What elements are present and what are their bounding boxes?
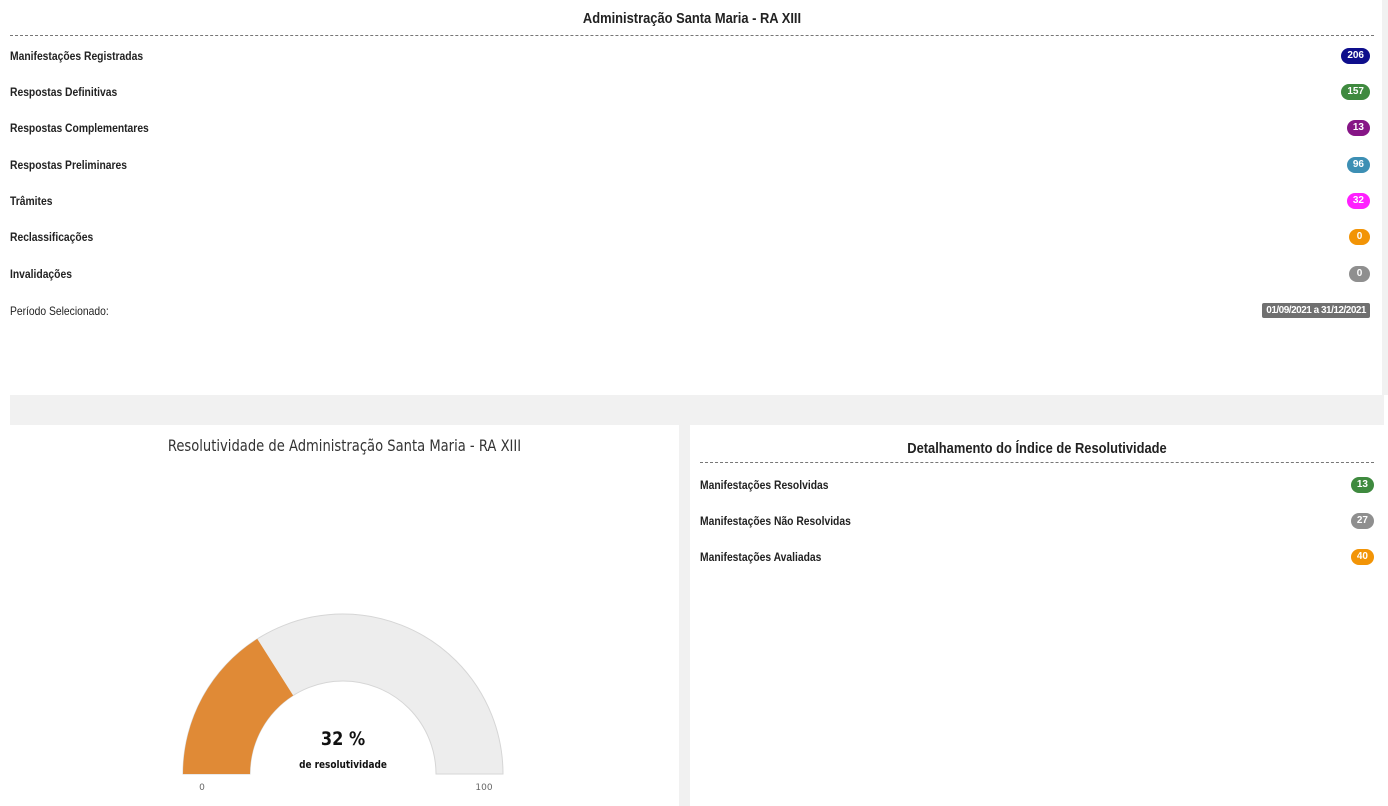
gauge-min-label: 0 — [199, 783, 205, 793]
stat-label: Manifestações Registradas — [10, 49, 144, 63]
detail-badge: 13 — [1350, 477, 1374, 493]
stat-label: Trâmites — [10, 194, 53, 208]
stat-label: Respostas Preliminares — [10, 158, 128, 172]
stat-row-respostas-complementares: Respostas Complementares 13 — [10, 117, 1370, 139]
stat-row-tramites: Trâmites 32 — [10, 190, 1370, 212]
stat-label: Respostas Definitivas — [10, 85, 118, 99]
period-badge: 01/09/2021 a 31/12/2021 — [1262, 303, 1370, 318]
page-title: Administração Santa Maria - RA XIII — [582, 10, 802, 27]
resolutividade-gauge: 32 % de resolutividade 0 100 — [182, 613, 504, 793]
gauge-max-label: 100 — [475, 783, 492, 793]
detail-row-avaliadas: Manifestações Avaliadas 40 — [700, 546, 1374, 568]
detail-divider — [700, 462, 1374, 463]
stat-label: Invalidações — [10, 267, 72, 281]
stat-row-invalidacoes: Invalidações 0 — [10, 263, 1370, 285]
title-divider — [10, 35, 1374, 36]
stat-row-respostas-preliminares: Respostas Preliminares 96 — [10, 154, 1370, 176]
stat-row-manifestacoes-registradas: Manifestações Registradas 206 — [10, 45, 1370, 67]
detail-title: Detalhamento do Índice de Resolutividade — [907, 440, 1167, 457]
stat-badge: 32 — [1346, 193, 1370, 209]
stat-badge: 0 — [1349, 229, 1370, 245]
detail-label: Manifestações Não Resolvidas — [700, 514, 851, 528]
stat-row-reclassificacoes: Reclassificações 0 — [10, 226, 1370, 248]
detail-row-resolvidas: Manifestações Resolvidas 13 — [700, 474, 1374, 496]
stat-label: Reclassificações — [10, 230, 94, 244]
panel-edge — [1382, 0, 1388, 395]
detail-badge: 40 — [1350, 549, 1374, 565]
stat-badge: 157 — [1341, 84, 1370, 100]
stat-badge: 13 — [1346, 120, 1370, 136]
detail-badge: 27 — [1350, 513, 1374, 529]
stat-badge: 96 — [1346, 157, 1370, 173]
summary-panel: Administração Santa Maria - RA XIII Mani… — [0, 0, 1380, 395]
gauge-value-text: 32 % — [321, 729, 366, 751]
gauge-panel: Resolutividade de Administração Santa Ma… — [10, 425, 679, 806]
detail-label: Manifestações Avaliadas — [700, 550, 822, 564]
period-row: Período Selecionado: 01/09/2021 a 31/12/… — [10, 300, 1370, 322]
detail-panel: Detalhamento do Índice de Resolutividade… — [690, 425, 1384, 806]
stat-badge: 0 — [1349, 266, 1370, 282]
period-label: Período Selecionado: — [10, 304, 109, 318]
gauge-caption: de resolutividade — [299, 759, 387, 771]
stat-row-respostas-definitivas: Respostas Definitivas 157 — [10, 81, 1370, 103]
stat-badge: 206 — [1341, 48, 1370, 64]
detail-row-nao-resolvidas: Manifestações Não Resolvidas 27 — [700, 510, 1374, 532]
detail-label: Manifestações Resolvidas — [700, 478, 829, 492]
stat-label: Respostas Complementares — [10, 121, 149, 135]
